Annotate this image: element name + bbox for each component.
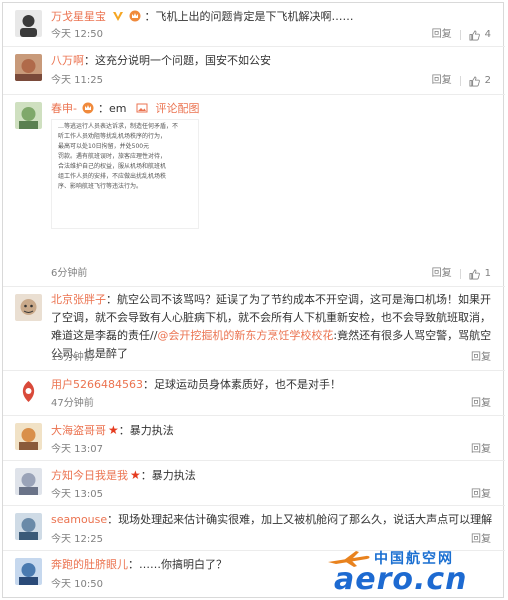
member-crown-icon	[129, 10, 141, 22]
image-icon	[136, 103, 148, 113]
comment-image-text-line: 序、影响航班飞行等违法行为。	[58, 183, 143, 190]
comment-actions: 回复	[471, 351, 491, 365]
comment-item: 北京张胖子：航空公司不该骂吗？延误了为了节约成本不开空调，这可是海口机场！如果开…	[3, 287, 505, 371]
comment-image-text-line: 最高可以处10日拘留，并处500元	[58, 143, 150, 150]
comment-item: 春申- ：em 评论配图 …等逃运行人员表达诉求，制造任何矛盾，不 听工作人员劝阻…	[3, 95, 505, 287]
comment-item: 用户5266484563：足球运动员身体素质好，也不是对手！ 47分钟前 回复	[3, 371, 505, 416]
reply-button[interactable]: 回复	[432, 74, 452, 88]
avatar[interactable]	[15, 10, 42, 37]
comment-actions: 回复	[471, 488, 491, 502]
comment-text: 用户5266484563：足球运动员身体素质好，也不是对手！	[51, 378, 341, 391]
reply-button[interactable]: 回复	[432, 28, 452, 42]
site-watermark: 中国航空网 aero.cn	[326, 548, 492, 597]
comment-image-text-line: 合法维护自己的权益，服从机场和航班机	[58, 163, 167, 170]
thumbs-up-icon[interactable]	[469, 76, 480, 87]
avatar[interactable]	[15, 558, 42, 585]
avatar[interactable]	[15, 294, 42, 321]
comment-body: 现场处理起来估计确实很难，加上又被机舱闷了那么久，说话大声点可以理解	[118, 513, 493, 526]
comment-time: 今天 13:07	[51, 444, 103, 455]
avatar[interactable]	[15, 468, 42, 495]
reply-button[interactable]: 回复	[471, 397, 491, 411]
comment-time: 15分钟前	[51, 352, 94, 363]
reply-button[interactable]: 回复	[471, 488, 491, 502]
divider	[459, 30, 461, 40]
comment-time: 47分钟前	[51, 398, 94, 409]
comment-item: 八万啊：这充分说明一个问题，国安不如公安 今天 11:25 回复 2	[3, 47, 505, 95]
verified-v-icon	[112, 12, 123, 21]
reply-button[interactable]: 回复	[471, 351, 491, 365]
comment-body: 暴力执法	[129, 424, 174, 437]
comment-item: 大海盗哥哥 ★：暴力执法 今天 13:07 回复	[3, 416, 505, 461]
star-badge-icon: ★	[130, 468, 141, 482]
divider	[459, 269, 461, 279]
username-link[interactable]: seamouse	[51, 513, 107, 526]
username-link[interactable]: 万戈星星宝	[51, 10, 106, 23]
comment-item: seamouse：现场处理起来估计确实很难，加上又被机舱闷了那么久，说话大声点可…	[3, 506, 505, 551]
thumbs-up-icon[interactable]	[469, 30, 480, 41]
username-link[interactable]: 八万啊	[51, 54, 84, 67]
comment-time: 今天 12:25	[51, 534, 103, 545]
comment-text: 大海盗哥哥 ★：暴力执法	[51, 423, 174, 437]
avatar[interactable]	[15, 378, 42, 405]
mention-link[interactable]: @会开挖掘机的新东方烹饪学校校花	[157, 329, 333, 342]
comment-actions: 回复	[471, 443, 491, 457]
comment-image-link[interactable]: 评论配图	[155, 102, 199, 115]
comment-item: 方知今日我是我 ★：暴力执法 今天 13:05 回复	[3, 461, 505, 506]
avatar[interactable]	[15, 54, 42, 81]
comment-body: em	[108, 102, 127, 115]
comment-image-text-line: …等逃运行人员表达诉求，制造任何矛盾，不	[58, 123, 179, 130]
member-crown-icon	[82, 102, 94, 114]
avatar[interactable]	[15, 423, 42, 450]
username-link[interactable]: 春申-	[51, 102, 77, 115]
divider	[459, 76, 461, 86]
username-link[interactable]: 方知今日我是我	[51, 469, 128, 482]
like-count: 4	[484, 29, 491, 40]
like-count: 2	[484, 75, 491, 86]
username-link[interactable]: 大海盗哥哥	[51, 424, 106, 437]
comment-image-text-line: 组工作人员的安排，不应做出扰乱机场秩	[58, 173, 167, 180]
comment-image-text-line: 听工作人员劝阻等扰乱机场秩序的行为，	[58, 133, 167, 140]
comment-text: 方知今日我是我 ★：暴力执法	[51, 468, 196, 482]
star-badge-icon: ★	[108, 423, 119, 437]
comment-list: 万戈星星宝 ：飞机上出的问题肯定是下飞机解决啊…… 今天 12:50 回复 4 …	[2, 2, 505, 598]
username-link[interactable]: 北京张胖子	[51, 293, 106, 306]
comment-text: 春申- ：em 评论配图	[51, 102, 200, 115]
comment-text: 北京张胖子：航空公司不该骂吗？延误了为了节约成本不开空调，这可是海口机场！如果开…	[51, 293, 492, 360]
reply-button[interactable]: 回复	[432, 267, 452, 281]
comment-actions: 回复	[471, 533, 491, 547]
thumbs-up-icon[interactable]	[469, 269, 480, 280]
comment-time: 6分钟前	[51, 268, 88, 279]
comment-item: 万戈星星宝 ：飞机上出的问题肯定是下飞机解决啊…… 今天 12:50 回复 4	[3, 3, 505, 47]
avatar[interactable]	[15, 102, 42, 129]
comment-body: 飞机上出的问题肯定是下飞机解决啊……	[155, 10, 354, 23]
username-link[interactable]: 奔跑的肚脐眼儿	[51, 558, 128, 571]
comment-time: 今天 12:50	[51, 29, 103, 40]
comment-time: 今天 10:50	[51, 579, 103, 590]
watermark-en: aero.cn	[334, 562, 468, 597]
comment-text: 万戈星星宝 ：飞机上出的问题肯定是下飞机解决啊……	[51, 10, 354, 23]
comment-time: 今天 13:05	[51, 489, 103, 500]
comment-body: ……你搞明白了？	[139, 558, 227, 571]
comment-text: seamouse：现场处理起来估计确实很难，加上又被机舱闷了那么久，说话大声点可…	[51, 513, 493, 526]
like-count: 1	[484, 268, 491, 279]
comment-body: 这充分说明一个问题，国安不如公安	[95, 54, 271, 67]
comment-actions: 回复 4	[432, 28, 491, 42]
comment-actions: 回复	[471, 397, 491, 411]
reply-button[interactable]: 回复	[471, 533, 491, 547]
comment-actions: 回复 2	[432, 74, 491, 88]
comment-image-text-line: 罚款。遇有航班误时，旅客应理性对待，	[58, 153, 167, 160]
comment-body: 足球运动员身体素质好，也不是对手！	[154, 378, 341, 391]
username-link[interactable]: 用户5266484563	[51, 378, 143, 391]
comment-actions: 回复 1	[432, 267, 491, 281]
reply-button[interactable]: 回复	[471, 443, 491, 457]
comment-text: 八万啊：这充分说明一个问题，国安不如公安	[51, 54, 271, 67]
comment-time: 今天 11:25	[51, 75, 103, 86]
comment-image[interactable]: …等逃运行人员表达诉求，制造任何矛盾，不 听工作人员劝阻等扰乱机场秩序的行为， 最高…	[51, 119, 199, 229]
avatar[interactable]	[15, 513, 42, 540]
comment-body: 暴力执法	[151, 469, 196, 482]
